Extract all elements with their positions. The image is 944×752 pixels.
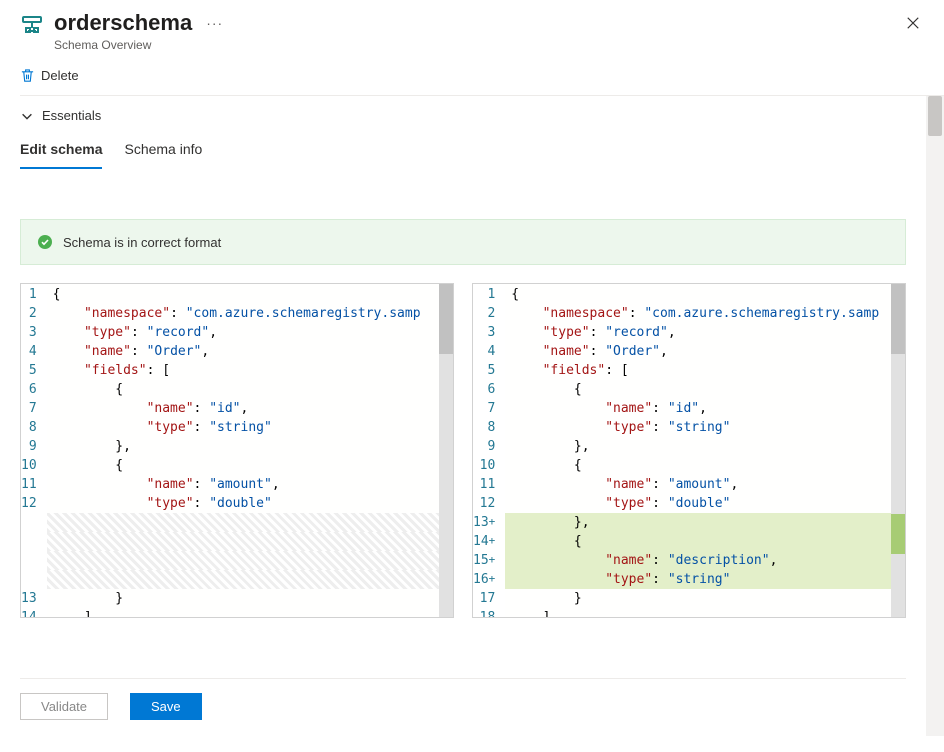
essentials-label: Essentials xyxy=(42,108,101,123)
editor-right[interactable]: 123456789101112131415161718 { "namespace… xyxy=(472,283,906,618)
tabs: Edit schema Schema info xyxy=(20,135,906,169)
trash-icon xyxy=(20,68,35,83)
check-circle-icon xyxy=(37,234,53,250)
status-message: Schema is in correct format xyxy=(63,235,221,250)
footer: Validate Save xyxy=(20,693,906,736)
more-menu-icon[interactable]: ··· xyxy=(206,15,223,31)
diff-editors: 1234567891011121314 { "namespace": "com.… xyxy=(20,283,906,618)
validate-button[interactable]: Validate xyxy=(20,693,108,720)
page-subtitle: Schema Overview xyxy=(54,38,902,52)
tab-edit-schema[interactable]: Edit schema xyxy=(20,135,102,169)
tab-schema-info[interactable]: Schema info xyxy=(124,135,202,169)
delete-label: Delete xyxy=(41,68,79,83)
close-button[interactable] xyxy=(902,10,924,39)
page-title: orderschema xyxy=(54,10,192,36)
chevron-down-icon xyxy=(20,109,34,123)
status-banner: Schema is in correct format xyxy=(20,219,906,265)
editor-scrollbar[interactable] xyxy=(439,284,453,617)
editor-left[interactable]: 1234567891011121314 { "namespace": "com.… xyxy=(20,283,454,618)
header: orderschema ··· Schema Overview xyxy=(0,0,944,58)
editor-scrollbar[interactable] xyxy=(891,284,905,617)
delete-button[interactable]: Delete xyxy=(20,64,79,87)
essentials-toggle[interactable]: Essentials xyxy=(20,96,906,135)
schema-icon xyxy=(20,14,44,38)
save-button[interactable]: Save xyxy=(130,693,202,720)
page-scrollbar[interactable] xyxy=(926,96,944,736)
toolbar: Delete xyxy=(0,58,944,95)
divider xyxy=(20,678,906,679)
